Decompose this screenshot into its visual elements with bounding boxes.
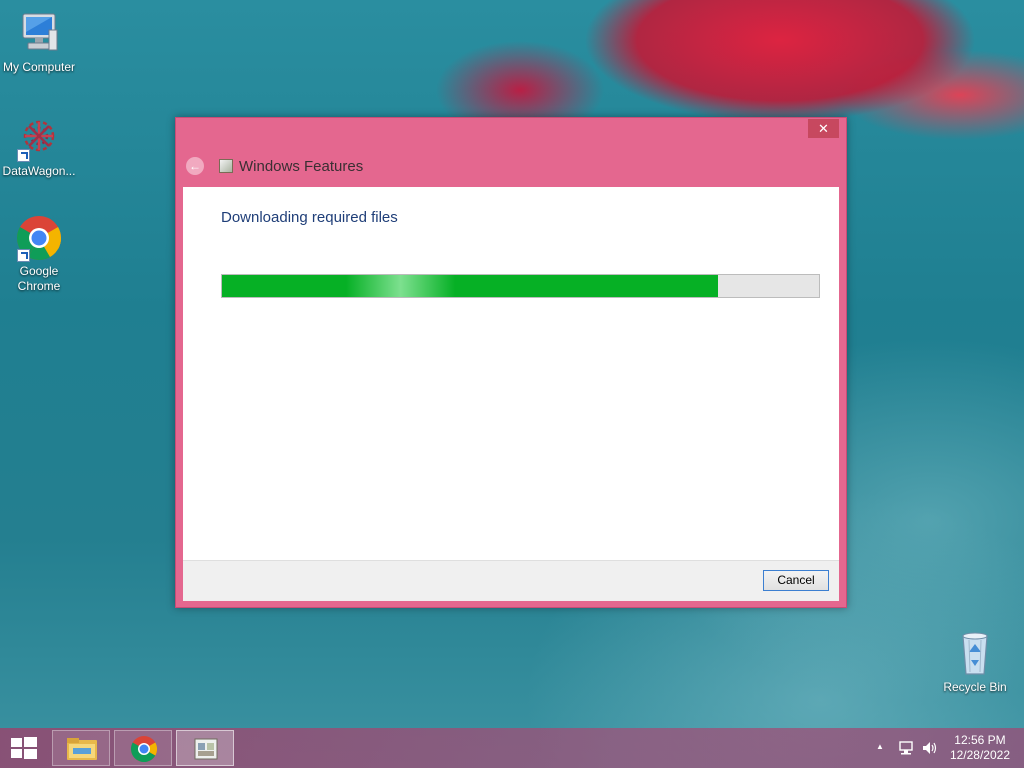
desktop-icon-label: Recycle Bin bbox=[943, 680, 1007, 694]
recycle-bin-icon bbox=[951, 630, 999, 678]
desktop-icon-my-computer[interactable]: My Computer bbox=[0, 10, 78, 75]
clock-date: 12/28/2022 bbox=[949, 748, 1010, 762]
computer-icon bbox=[15, 10, 63, 58]
windows-logo-icon bbox=[11, 737, 37, 759]
dialog-content: Downloading required files bbox=[183, 187, 839, 560]
chrome-icon bbox=[130, 736, 158, 763]
window-title: Windows Features bbox=[239, 157, 364, 175]
clock[interactable]: 12:56 PM 12/28/2022 bbox=[950, 733, 1010, 763]
start-button[interactable] bbox=[0, 728, 48, 768]
windows-features-icon bbox=[219, 159, 233, 173]
desktop-icon-label: DataWagon... bbox=[2, 164, 76, 178]
desktop-icon-label: My Computer bbox=[2, 60, 76, 74]
desktop-icon-google-chrome[interactable]: Google Chrome bbox=[0, 214, 78, 294]
close-icon: ✕ bbox=[818, 121, 829, 136]
taskbar: ▲ 12:56 PM 12/28/2022 bbox=[0, 728, 1024, 768]
taskbar-google-chrome[interactable] bbox=[114, 730, 172, 766]
windows-features-icon bbox=[194, 738, 218, 760]
taskbar-windows-features[interactable] bbox=[176, 730, 234, 766]
close-button[interactable]: ✕ bbox=[808, 119, 839, 138]
desktop-icon-datawagon[interactable]: DataWagon... bbox=[0, 114, 78, 179]
folder-icon bbox=[67, 738, 97, 760]
shortcut-arrow-icon bbox=[17, 249, 30, 262]
desktop-icon-label: Google Chrome bbox=[17, 264, 61, 293]
status-heading: Downloading required files bbox=[221, 209, 398, 226]
desktop: My Computer DataWagon... Google Chrome R… bbox=[0, 0, 1024, 768]
cancel-button[interactable]: Cancel bbox=[763, 570, 829, 591]
shortcut-arrow-icon bbox=[17, 149, 30, 162]
back-arrow-icon: ← bbox=[189, 159, 201, 173]
show-hidden-icons-icon[interactable]: ▲ bbox=[876, 742, 884, 751]
download-progress-bar bbox=[221, 274, 820, 298]
network-icon[interactable] bbox=[898, 741, 914, 755]
back-button[interactable]: ← bbox=[186, 157, 204, 175]
windows-features-dialog: ✕ ← Windows Features Downloading require… bbox=[175, 117, 847, 608]
progress-fill bbox=[222, 275, 718, 297]
desktop-icon-recycle-bin[interactable]: Recycle Bin bbox=[936, 630, 1014, 695]
clock-time: 12:56 PM bbox=[954, 733, 1006, 747]
volume-icon[interactable] bbox=[922, 741, 938, 755]
datawagon-icon bbox=[15, 114, 63, 162]
dialog-footer: Cancel bbox=[183, 560, 839, 601]
system-tray: ▲ bbox=[870, 728, 940, 768]
taskbar-file-explorer[interactable] bbox=[52, 730, 110, 766]
title-bar: ← Windows Features bbox=[186, 156, 363, 176]
chrome-icon bbox=[15, 214, 63, 262]
